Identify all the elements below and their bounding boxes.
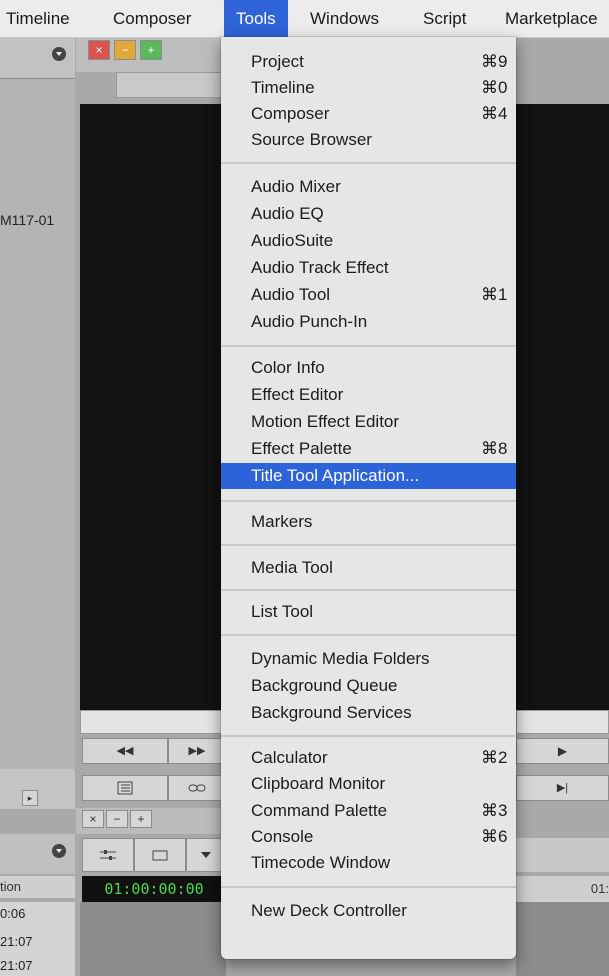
menu-item-audio-mixer[interactable]: Audio Mixer: [221, 174, 516, 200]
menu-separator: [221, 345, 516, 347]
menu-separator: [221, 544, 516, 546]
bin-list: [0, 79, 75, 769]
menu-separator: [221, 500, 516, 502]
menu-item-audio-track-effect[interactable]: Audio Track Effect: [221, 255, 516, 281]
menu-separator: [221, 162, 516, 164]
list-icon: [117, 781, 133, 795]
folder-icon: [152, 850, 168, 861]
timeline-zoom-button[interactable]: +: [130, 810, 152, 828]
composer-field[interactable]: [116, 72, 226, 98]
menu-item-project[interactable]: Project ⌘9: [221, 49, 516, 75]
menu-item-console[interactable]: Console ⌘6: [221, 824, 516, 850]
mark-out-button[interactable]: ▶|: [516, 775, 609, 801]
timeline-dropdown-button[interactable]: [186, 838, 226, 872]
menu-item-audio-tool[interactable]: Audio Tool ⌘1: [221, 282, 516, 308]
menu-item-color-info[interactable]: Color Info: [221, 355, 516, 381]
menu-item-audio-punch-in[interactable]: Audio Punch-In: [221, 309, 516, 335]
menu-timeline[interactable]: Timeline: [6, 0, 70, 37]
menu-item-title-tool-application[interactable]: Title Tool Application...: [221, 463, 516, 489]
timeline-column-label: tion: [0, 876, 75, 898]
timeline-minimize-button[interactable]: −: [106, 810, 128, 828]
composer-monitor-right: [516, 104, 609, 710]
shortcut-label: ⌘6: [481, 827, 508, 846]
timecode-display: 01:00:00:00: [82, 876, 226, 902]
menu-item-source-browser[interactable]: Source Browser: [221, 127, 516, 153]
row-time-3: 21:07: [0, 958, 33, 973]
menu-composer[interactable]: Composer: [113, 0, 191, 37]
timeline-right-toolbar: [516, 838, 609, 872]
timeline-menu-icon[interactable]: [52, 844, 66, 858]
window-zoom-button[interactable]: +: [140, 40, 162, 60]
shortcut-label: ⌘8: [481, 439, 508, 458]
timeline-tool-button[interactable]: [82, 838, 134, 872]
menu-item-calculator[interactable]: Calculator ⌘2: [221, 745, 516, 771]
menu-item-command-palette[interactable]: Command Palette ⌘3: [221, 798, 516, 824]
menu-bar: Timeline Composer Tools Windows Script M…: [0, 0, 609, 38]
menu-script[interactable]: Script: [423, 0, 466, 37]
position-bar-right[interactable]: [516, 710, 609, 734]
menu-separator: [221, 735, 516, 737]
menu-item-dynamic-media-folders[interactable]: Dynamic Media Folders: [221, 646, 516, 672]
shortcut-label: ⌘1: [481, 285, 508, 304]
menu-item-effect-palette[interactable]: Effect Palette ⌘8: [221, 436, 516, 462]
menu-item-background-services[interactable]: Background Services: [221, 700, 516, 726]
window-minimize-button[interactable]: −: [114, 40, 136, 60]
row-time-2: 21:07: [0, 934, 33, 949]
menu-item-timeline[interactable]: Timeline ⌘0: [221, 75, 516, 101]
link-icon: [188, 784, 206, 792]
bin-menu-icon[interactable]: [52, 47, 66, 61]
chevron-down-icon: [201, 852, 211, 858]
timeline-close-button[interactable]: ×: [82, 810, 104, 828]
menu-item-clipboard-monitor[interactable]: Clipboard Monitor: [221, 771, 516, 797]
bin-clip-name[interactable]: M117-01: [0, 208, 75, 232]
play-button[interactable]: ▶: [516, 738, 609, 764]
menu-windows[interactable]: Windows: [310, 0, 379, 37]
fast-forward-button[interactable]: ▶▶: [168, 738, 226, 764]
menu-item-audiosuite[interactable]: AudioSuite: [221, 228, 516, 254]
menu-separator: [221, 886, 516, 888]
tools-menu: Project ⌘9 Timeline ⌘0 Composer ⌘4 Source B…: [221, 37, 516, 959]
shortcut-label: ⌘4: [481, 104, 508, 123]
timeline-folder-button[interactable]: [134, 838, 186, 872]
menu-item-composer[interactable]: Composer ⌘4: [221, 101, 516, 127]
timeline-track-area-right[interactable]: [516, 902, 609, 976]
menu-separator: [221, 589, 516, 591]
menu-item-effect-editor[interactable]: Effect Editor: [221, 382, 516, 408]
shortcut-label: ⌘3: [481, 801, 508, 820]
composer-monitor: [80, 104, 226, 710]
menu-separator: [221, 634, 516, 636]
timeline-track-area[interactable]: [80, 902, 226, 976]
menu-item-background-queue[interactable]: Background Queue: [221, 673, 516, 699]
menu-item-new-deck-controller[interactable]: New Deck Controller: [221, 898, 516, 924]
shortcut-label: ⌘2: [481, 748, 508, 767]
shortcut-label: ⌘9: [481, 52, 508, 71]
menu-item-markers[interactable]: Markers: [221, 509, 516, 535]
menu-tools[interactable]: Tools: [224, 0, 288, 37]
window-close-button[interactable]: ×: [88, 40, 110, 60]
position-bar[interactable]: [80, 710, 226, 734]
timecode-right: 01:: [516, 876, 609, 902]
menu-item-audio-eq[interactable]: Audio EQ: [221, 201, 516, 227]
row-time-1: 0:06: [0, 906, 26, 921]
menu-item-list-tool[interactable]: List Tool: [221, 599, 516, 625]
settings-sliders-icon: [100, 850, 116, 860]
menu-item-media-tool[interactable]: Media Tool: [221, 555, 516, 581]
menu-marketplace[interactable]: Marketplace: [505, 0, 598, 37]
link-button[interactable]: [168, 775, 226, 801]
bin-view-button[interactable]: ▸: [22, 790, 38, 806]
menu-item-timecode-window[interactable]: Timecode Window: [221, 850, 516, 876]
rewind-button[interactable]: ◀◀: [82, 738, 168, 764]
list-view-button[interactable]: [82, 775, 168, 801]
shortcut-label: ⌘0: [481, 78, 508, 97]
menu-item-motion-effect-editor[interactable]: Motion Effect Editor: [221, 409, 516, 435]
